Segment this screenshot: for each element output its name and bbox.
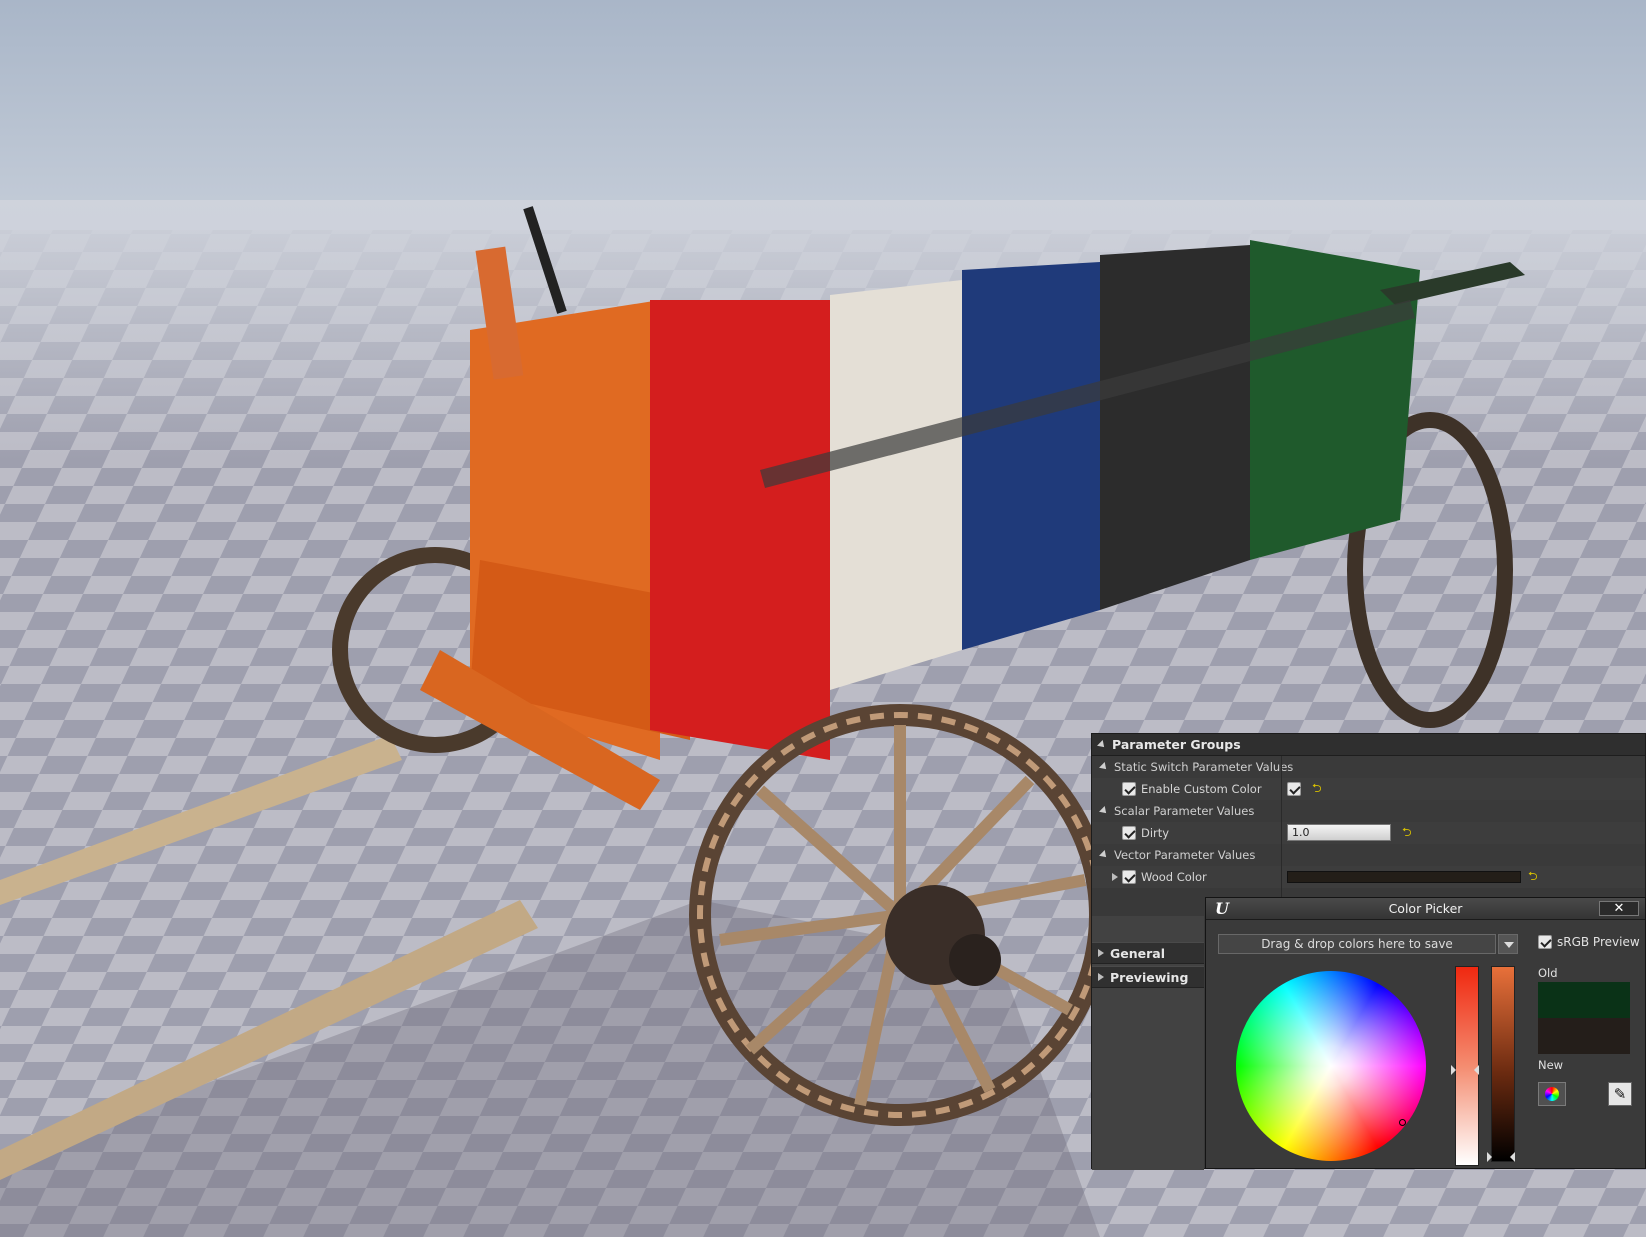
category-static-switch[interactable]: Static Switch Parameter Values — [1092, 756, 1645, 778]
enable-custom-color-checkbox[interactable] — [1287, 782, 1301, 796]
param-override-checkbox[interactable] — [1122, 870, 1136, 884]
category-scalar[interactable]: Scalar Parameter Values — [1092, 800, 1645, 822]
eyedropper-button[interactable]: ✎ — [1608, 1082, 1632, 1106]
parameter-groups-header[interactable]: Parameter Groups — [1092, 734, 1645, 756]
saturation-marker-right[interactable] — [1474, 1065, 1479, 1075]
new-color-swatch — [1538, 1018, 1630, 1054]
dirty-value-text: 1.0 — [1292, 826, 1310, 839]
collapsed-arrow-icon — [1098, 973, 1104, 981]
value-marker-right[interactable] — [1510, 1152, 1515, 1162]
section-previewing[interactable]: Previewing — [1092, 966, 1204, 988]
dropzone-text: Drag & drop colors here to save — [1261, 937, 1453, 951]
saturation-marker-left[interactable] — [1451, 1065, 1456, 1075]
value-marker-left[interactable] — [1487, 1152, 1492, 1162]
category-label: Vector Parameter Values — [1114, 848, 1256, 862]
param-row-enable-custom-color: Enable Custom Color ⮌ — [1092, 778, 1645, 800]
expanded-arrow-icon — [1099, 850, 1109, 860]
param-label: Wood Color — [1141, 870, 1207, 884]
collapsed-arrow-icon — [1098, 949, 1104, 957]
param-override-checkbox[interactable] — [1122, 782, 1136, 796]
parameter-groups-label: Parameter Groups — [1112, 737, 1241, 752]
color-wheel-cursor[interactable] — [1399, 1119, 1406, 1126]
reset-to-default-icon[interactable]: ⮌ — [1528, 867, 1538, 888]
param-row-wood-color: Wood Color ⮌ — [1092, 866, 1645, 888]
srgb-preview-toggle[interactable]: sRGB Preview — [1538, 935, 1640, 949]
param-override-checkbox[interactable] — [1122, 826, 1136, 840]
color-themes-dropdown-button[interactable] — [1498, 934, 1518, 954]
color-picker-title-bar[interactable]: U Color Picker ✕ — [1206, 898, 1645, 920]
color-picker-title: Color Picker — [1388, 901, 1463, 916]
param-row-dirty: Dirty 1.0 ⮌ — [1092, 822, 1645, 844]
reset-to-default-icon[interactable]: ⮌ — [1402, 823, 1412, 844]
color-themes-dropzone[interactable]: Drag & drop colors here to save — [1218, 934, 1496, 954]
close-button[interactable]: ✕ — [1599, 901, 1639, 916]
new-color-label: New — [1538, 1058, 1564, 1072]
param-label: Dirty — [1141, 826, 1170, 840]
column-divider[interactable] — [1281, 756, 1282, 916]
unreal-logo-icon: U — [1215, 899, 1229, 918]
wood-color-swatch[interactable] — [1287, 871, 1521, 883]
color-picker-window: U Color Picker ✕ Drag & drop colors here… — [1205, 897, 1646, 1169]
section-label: General — [1110, 945, 1165, 961]
category-label: Scalar Parameter Values — [1114, 804, 1255, 818]
expanded-arrow-icon — [1097, 739, 1107, 750]
srgb-preview-label: sRGB Preview — [1557, 935, 1640, 949]
old-color-swatch — [1538, 982, 1630, 1018]
expanded-arrow-icon — [1099, 762, 1109, 772]
section-label: Previewing — [1110, 969, 1189, 985]
color-wheel-mode-button[interactable] — [1538, 1082, 1566, 1106]
dirty-value-input[interactable]: 1.0 — [1287, 824, 1391, 841]
old-color-label: Old — [1538, 966, 1558, 980]
section-general[interactable]: General — [1092, 942, 1204, 964]
param-label: Enable Custom Color — [1141, 782, 1262, 796]
category-vector[interactable]: Vector Parameter Values — [1092, 844, 1645, 866]
reset-to-default-icon[interactable]: ⮌ — [1312, 779, 1322, 800]
expanded-arrow-icon — [1099, 806, 1109, 816]
collapsed-arrow-icon[interactable] — [1112, 873, 1118, 881]
category-label: Static Switch Parameter Values — [1114, 760, 1294, 774]
value-slider[interactable] — [1491, 966, 1515, 1162]
color-wheel[interactable] — [1236, 971, 1426, 1161]
eyedropper-icon: ✎ — [1613, 1085, 1627, 1103]
srgb-preview-checkbox[interactable] — [1538, 935, 1552, 949]
